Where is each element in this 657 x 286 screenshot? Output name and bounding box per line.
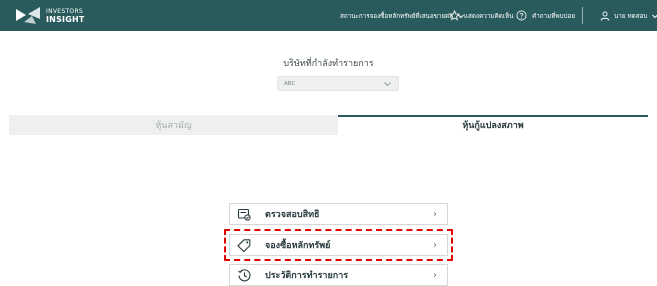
tab-common-stock[interactable]: หุ้นสามัญ — [9, 115, 338, 135]
tab-common-stock-label: หุ้นสามัญ — [155, 121, 192, 131]
nav-divider — [582, 7, 583, 24]
menu-item-transaction-history-label: ประวัติการทำรายการ — [265, 271, 349, 281]
brand-line-2: INSIGHT — [46, 14, 85, 24]
highlight-annotation-box — [224, 229, 453, 261]
chevron-right-icon: › — [433, 269, 437, 281]
menu-item-verify-rights-label: ตรวจสอบสิทธิ — [265, 210, 320, 220]
company-select[interactable]: ABC — [277, 76, 399, 91]
nav-issuance-status-dropdown[interactable]: สถานะการจองซื้อหลักทรัพย์ที่เสนอขายต่อ — [340, 0, 465, 31]
verify-rights-icon — [237, 208, 251, 221]
top-navigation-bar: INVESTORS INSIGHT สถานะการจองซื้อหลักทรั… — [0, 0, 657, 31]
user-name: นาย ทดสอบ — [614, 12, 648, 20]
tab-convertible-bond-label: หุ้นกู้แปลงสภาพ — [462, 121, 524, 131]
nav-feedback-link[interactable]: แสดงความคิดเห็น — [449, 0, 513, 31]
investors-insight-logo-icon — [16, 7, 40, 24]
company-select-label: บริษัทที่กำลังทำรายการ — [283, 59, 374, 69]
menu-item-verify-rights[interactable]: ตรวจสอบสิทธิ › — [229, 203, 448, 225]
nav-feedback-label: แสดงความคิดเห็น — [464, 12, 514, 20]
chevron-down-icon — [384, 82, 391, 87]
brand-name: INVESTORS INSIGHT — [46, 8, 85, 24]
chevron-down-icon — [652, 14, 657, 18]
help-circle-icon — [516, 10, 527, 21]
nav-issuance-status-label: สถานะการจองซื้อหลักทรัพย์ที่เสนอขายต่อ — [340, 12, 454, 20]
user-icon — [600, 10, 610, 21]
user-menu-dropdown[interactable]: นาย ทดสอบ — [600, 0, 657, 31]
nav-faq-label: คำถามที่พบบ่อย — [532, 12, 576, 20]
nav-faq-link[interactable]: คำถามที่พบบ่อย — [516, 0, 575, 31]
tab-convertible-bond[interactable]: หุ้นกู้แปลงสภาพ — [338, 115, 648, 135]
menu-item-transaction-history[interactable]: ประวัติการทำรายการ › — [229, 264, 448, 286]
company-select-value: ABC — [284, 80, 296, 87]
brand-logo[interactable]: INVESTORS INSIGHT — [14, 5, 85, 26]
star-icon — [449, 10, 460, 21]
history-clock-icon — [238, 269, 251, 282]
active-tab-indicator — [338, 115, 648, 117]
chevron-right-icon: › — [433, 208, 437, 220]
